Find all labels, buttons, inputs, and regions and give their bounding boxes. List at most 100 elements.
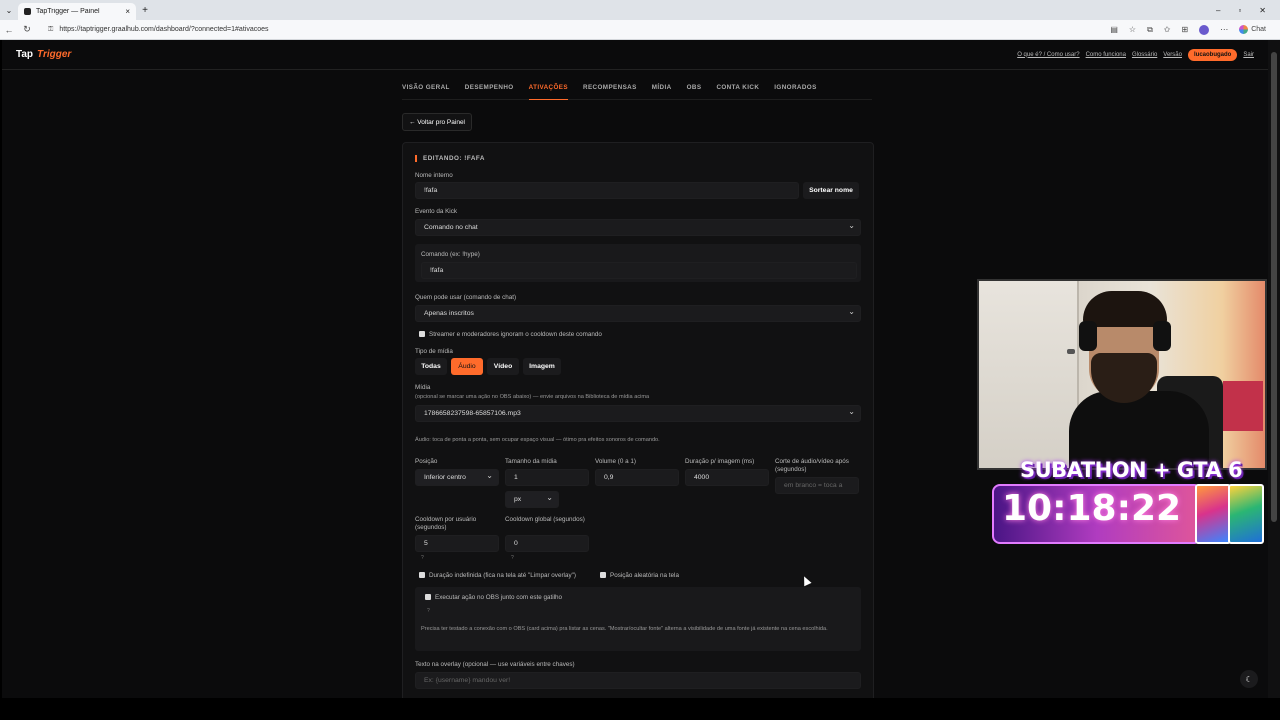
theme-toggle-moon-icon[interactable]: ☾: [1240, 670, 1258, 688]
tab-midia[interactable]: MÍDIA: [652, 84, 672, 91]
midia-select[interactable]: 1786658237598-65857106.mp3: [415, 405, 861, 422]
link-glossary[interactable]: Glossário: [1132, 52, 1157, 58]
duracao-indefinida-checkbox[interactable]: [419, 572, 425, 578]
tab-desempenho[interactable]: DESEMPENHO: [465, 84, 514, 91]
tab-recompensas[interactable]: RECOMPENSAS: [583, 84, 637, 91]
back-to-panel-button[interactable]: ← Voltar pro Painel: [402, 113, 473, 131]
more-icon[interactable]: ⋯: [1220, 25, 1228, 34]
audio-hint: Áudio: toca de ponta a ponta, sem ocupar…: [415, 437, 660, 443]
duracao-input[interactable]: 4000: [685, 469, 769, 486]
midia-hint: (opcional se marcar uma ação no OBS abai…: [415, 394, 650, 400]
profile-avatar[interactable]: [1199, 24, 1210, 35]
posicao-aleatoria-checkbox[interactable]: [600, 572, 606, 578]
link-how[interactable]: Como funciona: [1086, 52, 1126, 58]
scrollbar-thumb[interactable]: [1271, 52, 1277, 522]
lock-icon: ⚿: [48, 25, 54, 33]
page-scrollbar[interactable]: [1268, 40, 1280, 698]
obs-checkbox[interactable]: [425, 594, 431, 600]
browser-tab-title: TapTrigger — Painel: [36, 8, 100, 15]
bottom-bar: [0, 698, 1280, 720]
top-nav: Tap Trigger O que é? / Como usar? Como f…: [2, 40, 1268, 70]
nome-label: Nome interno: [415, 172, 453, 179]
close-tab-icon[interactable]: ×: [125, 7, 130, 16]
url-field[interactable]: ⚿ https://taptrigger.graalhub.com/dashbo…: [42, 23, 1110, 37]
webcam-poster: [1223, 381, 1263, 431]
reload-icon[interactable]: ↻: [18, 24, 36, 35]
star-icon[interactable]: ☆: [1129, 25, 1136, 34]
evento-select[interactable]: Comando no chat: [415, 219, 861, 236]
minimize-icon[interactable]: –: [1216, 6, 1220, 15]
ignore-cooldown-checkbox[interactable]: [419, 331, 425, 337]
close-window-icon[interactable]: ✕: [1259, 6, 1266, 15]
card-title: EDITANDO: !FAFA: [415, 155, 485, 162]
overlay-label: Texto na overlay (opcional — use variáve…: [415, 661, 575, 668]
corte-label: Corte de áudio/vídeo após (segundos): [775, 458, 849, 473]
chat-label: Chat: [1251, 26, 1266, 33]
reader-icon[interactable]: ▤: [1110, 25, 1118, 34]
corte-input[interactable]: em branco = toca a: [775, 477, 859, 494]
tab-list-chevron-icon[interactable]: ⌄: [0, 6, 18, 15]
duracao-label: Duração p/ imagem (ms): [685, 458, 755, 465]
tamanho-label: Tamanho da mídia: [505, 458, 557, 465]
cooldown-global-input[interactable]: 0: [505, 535, 589, 552]
link-version[interactable]: Versão: [1163, 52, 1182, 58]
url-text: https://taptrigger.graalhub.com/dashboar…: [59, 26, 269, 33]
brand-part2: Trigger: [37, 49, 72, 60]
tab-conta-kick[interactable]: CONTA KICK: [716, 84, 759, 91]
evento-label: Evento da Kick: [415, 208, 458, 215]
volume-label: Volume (0 a 1): [595, 458, 636, 465]
game-cover-1: [1195, 484, 1231, 544]
volume-input[interactable]: 0,9: [595, 469, 679, 486]
collections-icon[interactable]: ⊞: [1182, 25, 1189, 34]
posicao-select[interactable]: Inferior centro: [415, 469, 499, 486]
tipo-label: Tipo de mídia: [415, 348, 453, 355]
browser-tab[interactable]: TapTrigger — Painel ×: [18, 3, 136, 20]
unidade-select[interactable]: px: [505, 491, 559, 508]
tipo-imagem-button[interactable]: Imagem: [523, 358, 561, 375]
top-links: O que é? / Como usar? Como funciona Glos…: [1017, 48, 1254, 61]
subathon-timer: 10:18:22: [1002, 488, 1182, 529]
user-badge[interactable]: lucaobugado: [1187, 48, 1238, 61]
favorites-icon[interactable]: ✩: [1164, 25, 1171, 34]
back-icon[interactable]: ←: [0, 25, 18, 35]
webcam-door-knob: [1067, 349, 1075, 354]
sortear-nome-button[interactable]: Sortear nome: [803, 182, 859, 199]
tipo-audio-button[interactable]: Áudio: [451, 358, 483, 375]
tamanho-input[interactable]: 1: [505, 469, 589, 486]
tab-ativacoes[interactable]: ATIVAÇÕES: [528, 84, 568, 100]
comando-label: Comando (ex: !hype): [421, 251, 480, 258]
maximize-icon[interactable]: ▫: [1238, 6, 1241, 15]
browser-toolbar: ▤ ☆ ⧉ ✩ ⊞ ⋯ Chat: [1110, 24, 1280, 35]
ignore-cooldown-label: Streamer e moderadores ignoram o cooldow…: [429, 331, 602, 338]
cooldown-user-input[interactable]: 5: [415, 535, 499, 552]
chat-button[interactable]: Chat: [1239, 25, 1266, 34]
new-tab-icon[interactable]: +: [136, 5, 154, 16]
obs-help-icon[interactable]: ?: [427, 608, 430, 614]
cooldown-user-help-icon[interactable]: ?: [421, 555, 424, 561]
tipo-video-button[interactable]: Vídeo: [487, 358, 519, 375]
posicao-aleatoria-label: Posição aleatória na tela: [610, 572, 679, 579]
tab-visao-geral[interactable]: VISÃO GERAL: [402, 84, 450, 91]
overlay-text-input[interactable]: Ex: {username} mandou ver!: [415, 672, 861, 689]
brand-part1: Tap: [16, 49, 34, 60]
obs-label: Executar ação no OBS junto com este gati…: [435, 594, 563, 601]
tab-ignorados[interactable]: IGNORADOS: [774, 84, 816, 91]
quem-label: Quem pode usar (comando de chat): [415, 294, 517, 301]
nome-input[interactable]: !fafa: [415, 182, 799, 199]
logout-link[interactable]: Sair: [1243, 52, 1254, 58]
extensions-icon[interactable]: ⧉: [1147, 25, 1153, 35]
chat-icon: [1239, 25, 1249, 34]
comando-input[interactable]: !fafa: [421, 262, 857, 279]
tipo-todas-button[interactable]: Todas: [415, 358, 447, 375]
edit-trigger-card: EDITANDO: !FAFA Nome interno !fafa Sorte…: [402, 142, 874, 698]
game-cover-2: [1228, 484, 1264, 544]
tab-obs[interactable]: OBS: [687, 84, 702, 91]
headphones-left-icon: [1079, 321, 1097, 351]
brand-logo[interactable]: Tap Trigger: [16, 49, 71, 60]
cooldown-global-help-icon[interactable]: ?: [511, 555, 514, 561]
quem-select[interactable]: Apenas inscritos: [415, 305, 861, 322]
posicao-label: Posição: [415, 458, 438, 465]
browser-tabbar: ⌄ TapTrigger — Painel × + – ▫ ✕: [0, 0, 1280, 20]
headphones-right-icon: [1153, 321, 1171, 351]
link-help[interactable]: O que é? / Como usar?: [1017, 52, 1079, 58]
